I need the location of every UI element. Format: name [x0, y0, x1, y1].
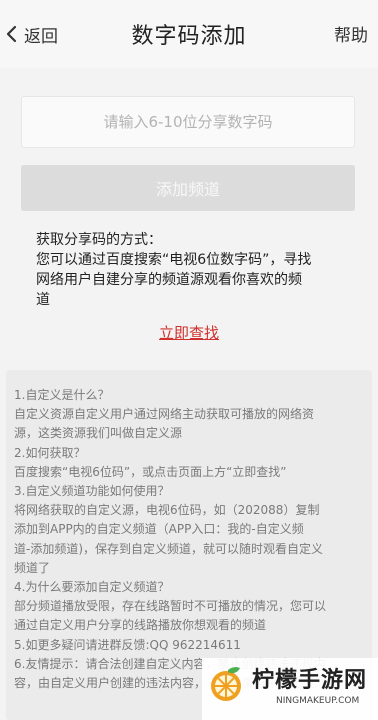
faq-line: 添加到APP内的自定义频道（APP入口：我的-自定义频	[14, 522, 304, 537]
top-bar: 返回 数字码添加 帮助	[0, 0, 378, 68]
watermark-brand: 柠檬手游网	[252, 668, 368, 693]
faq-line: 频道了	[14, 560, 51, 575]
help-button[interactable]: 帮助	[334, 21, 368, 46]
faq-line: 源，这类资源我们叫做自定义源	[14, 426, 183, 441]
faq-line: 百度搜索“电视6位码”，或点击页面上方“立即查找”	[14, 464, 287, 479]
faq-line: 4.为什么要添加自定义频道？	[14, 580, 170, 595]
share-code-input[interactable]	[22, 96, 354, 148]
page-title: 数字码添加	[131, 24, 247, 49]
lemon-logo-icon	[206, 664, 246, 704]
site-watermark: 柠檬手游网 NINGMAKEUP.COM	[202, 658, 378, 720]
howto-line: 道	[36, 292, 50, 308]
faq-line: 2.如何获取？	[14, 445, 86, 460]
find-now-link[interactable]: 立即查找	[0, 322, 378, 343]
faq-line: 通过自定义用户分享的线路播放你想观看的频道	[14, 618, 267, 633]
faq-line: 5.如更多疑问请进群反馈:QQ 962214611	[14, 637, 241, 652]
faq-line: 3.自定义频道功能如何使用？	[14, 484, 170, 499]
howto-line: 您可以通过百度搜索“电视6位数字码”，寻找	[36, 252, 312, 268]
faq-line: 1.自定义是什么？	[14, 388, 110, 402]
faq-text: 1.自定义是什么？ 自定义资源自定义用户通过网络主动获取可播放的网络资 源，这类…	[14, 386, 366, 693]
faq-line: 自定义资源自定义用户通过网络主动获取可播放的网络资	[14, 407, 315, 422]
faq-line: 道-添加频道)，保存到自定义频道，就可以随时观看自定义	[14, 541, 324, 556]
howto-line: 网络用户自建分享的频道源观看你喜欢的频	[36, 272, 302, 288]
add-channel-button[interactable]: 添加频道	[21, 165, 355, 211]
watermark-url: NINGMAKEUP.COM	[276, 696, 360, 706]
faq-line: 部分频道播放受限，存在线路暂时不可播放的情况，您可以	[14, 599, 327, 614]
share-code-field	[21, 96, 355, 148]
faq-line: 将网络获取的自定义源，电视6位码，如（202088）复制	[14, 503, 320, 518]
howto-line: 获取分享码的方式：	[36, 232, 162, 248]
how-to-get-code-text: 获取分享码的方式： 您可以通过百度搜索“电视6位数字码”，寻找 网络用户自建分享…	[36, 230, 358, 310]
